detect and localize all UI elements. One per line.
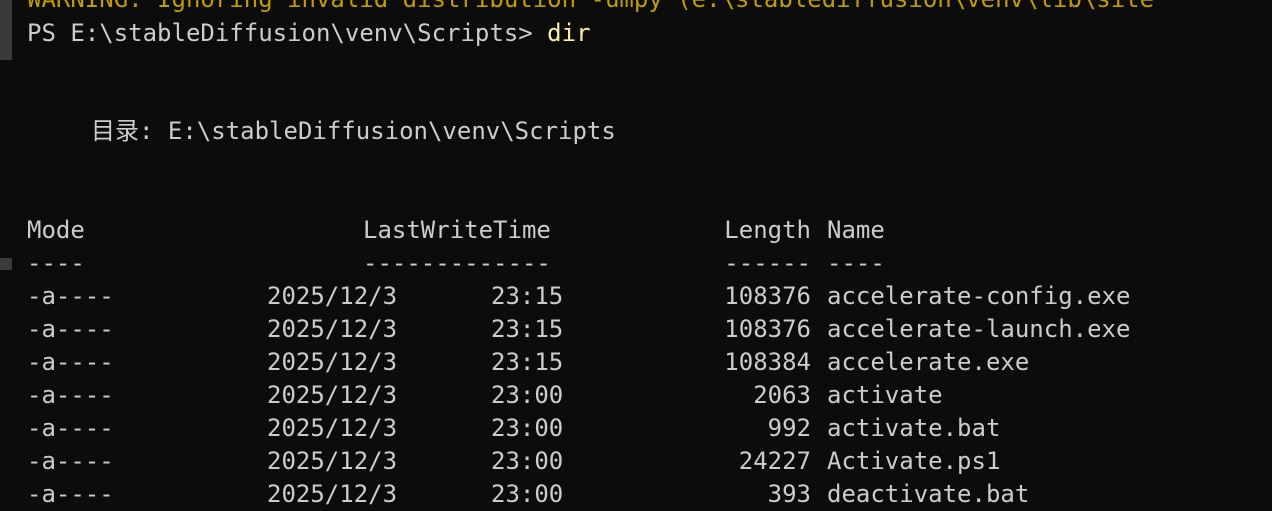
row-mode: -a---- [27,447,114,475]
table-row: -a---- 2025/12/3 23:00 24227 Activate.ps1 [0,445,1272,478]
row-mode: -a---- [27,381,114,409]
row-mode: -a---- [27,282,114,310]
underline-last-write-time: ------------- [363,249,551,277]
prompt-line[interactable]: PS E:\stableDiffusion\venv\Scripts> dir [27,17,591,50]
row-date: 2025/12/3 [267,447,398,475]
row-time: 23:00 [491,447,564,475]
row-date: 2025/12/3 [267,381,398,409]
row-name: accelerate.exe [827,348,1030,376]
row-time: 23:00 [491,480,564,508]
row-length: 108376 [724,282,811,310]
warning-line: WARNING: Ignoring invalid distribution -… [27,0,1154,16]
directory-label: 目录: E:\stableDiffusion\venv\Scripts [91,117,616,145]
terminal-window[interactable]: WARNING: Ignoring invalid distribution -… [0,0,1272,511]
row-length: 108376 [724,315,811,343]
edge-mark-top [0,0,12,60]
row-date: 2025/12/3 [267,348,398,376]
table-row: -a---- 2025/12/3 23:00 992 activate.bat [0,412,1272,445]
table-row: -a---- 2025/12/3 23:15 108376 accelerate-con… [0,280,1272,313]
table-row: -a---- 2025/12/3 23:15 108376 accelerate-lau… [0,313,1272,346]
header-underline-row: ---- ------------- ------ ---- [0,247,1272,280]
row-date: 2025/12/3 [267,282,398,310]
row-length: 24227 [738,447,811,475]
row-name: activate [827,381,943,409]
underline-length: ------ [724,249,811,277]
row-name: accelerate-launch.exe [827,315,1131,343]
row-length: 992 [767,414,811,442]
underline-mode: ---- [27,249,85,277]
row-mode: -a---- [27,480,114,508]
row-time: 23:15 [491,282,564,310]
row-name: activate.bat [827,414,1001,442]
header-row: Mode LastWriteTime Length Name [0,214,1272,247]
row-name: deactivate.bat [827,480,1030,508]
header-name: Name [827,216,885,244]
prompt-text: PS E:\stableDiffusion\venv\Scripts> [27,19,548,47]
row-mode: -a---- [27,315,114,343]
row-name: accelerate-config.exe [827,282,1131,310]
table-row: -a---- 2025/12/3 23:00 2063 activate [0,379,1272,412]
table-row: -a---- 2025/12/3 23:15 108384 accelerate.exe [0,346,1272,379]
header-mode: Mode [27,216,85,244]
row-date: 2025/12/3 [267,315,398,343]
row-date: 2025/12/3 [267,414,398,442]
underline-name: ---- [827,249,885,277]
row-time: 23:15 [491,348,564,376]
header-length: Length [724,216,811,244]
row-time: 23:15 [491,315,564,343]
command-text: dir [547,19,591,47]
row-date: 2025/12/3 [267,480,398,508]
row-mode: -a---- [27,348,114,376]
row-mode: -a---- [27,414,114,442]
row-length: 393 [767,480,811,508]
header-last-write-time: LastWriteTime [363,216,551,244]
row-length: 2063 [753,381,811,409]
table-row: -a---- 2025/12/3 23:00 393 deactivate.bat [0,478,1272,511]
row-length: 108384 [724,348,811,376]
row-name: Activate.ps1 [827,447,1001,475]
row-time: 23:00 [491,414,564,442]
row-time: 23:00 [491,381,564,409]
